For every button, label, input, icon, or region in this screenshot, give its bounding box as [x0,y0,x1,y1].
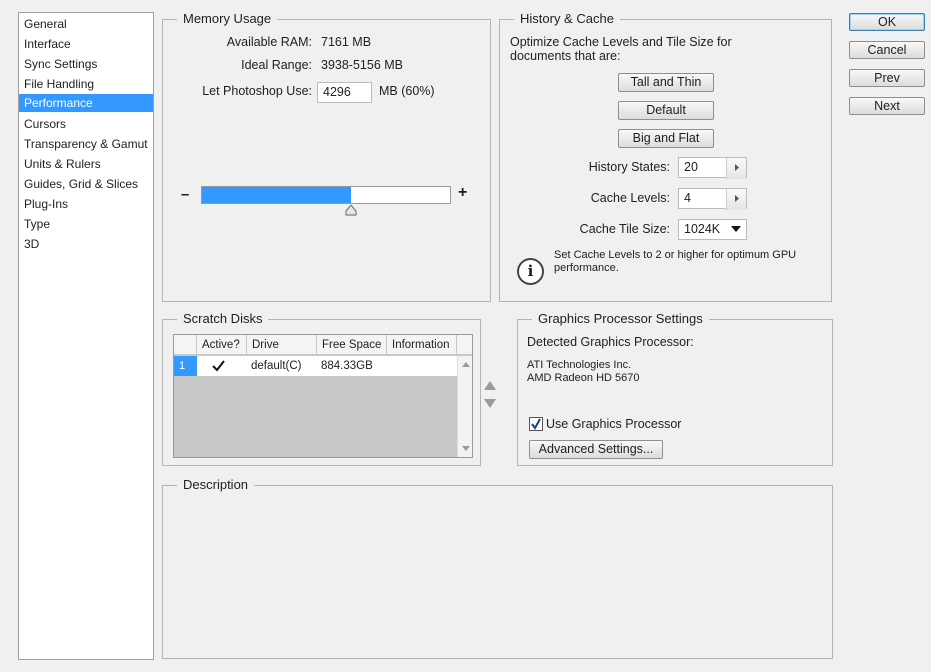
cache-levels-input[interactable]: 4 [678,188,747,210]
advanced-settings-button[interactable]: Advanced Settings... [529,440,663,459]
memory-usage-group: Memory Usage Available RAM: 7161 MB Idea… [162,11,491,302]
table-header-active: Active? [197,335,247,355]
sidebar-item-performance[interactable]: Performance [19,94,153,112]
scroll-down-icon[interactable] [462,446,470,452]
arrow-right-icon [735,164,739,171]
cache-levels-value: 4 [684,191,691,205]
memory-slider[interactable] [201,186,451,204]
drive-cell: default(C) [251,360,302,372]
memory-usage-title: Memory Usage [177,11,278,27]
active-checkmark-icon[interactable] [212,360,225,372]
use-gpu-label: Use Graphics Processor [546,417,682,431]
available-ram-label: Available RAM: [226,35,312,49]
gpu-vendor: ATI Technologies Inc. [527,359,632,371]
sidebar-item-sync-settings[interactable]: Sync Settings [19,55,153,73]
memory-slider-fill [202,187,351,203]
history-states-stepper[interactable] [726,158,746,179]
big-and-flat-button[interactable]: Big and Flat [618,129,714,148]
history-states-input[interactable]: 20 [678,157,747,179]
sidebar-item-plug-ins[interactable]: Plug-Ins [19,195,153,213]
sidebar-item-units-rulers[interactable]: Units & Rulers [19,155,153,173]
history-cache-title: History & Cache [514,11,620,27]
sidebar-item-file-handling[interactable]: File Handling [19,75,153,93]
cache-tile-size-label: Cache Tile Size: [579,222,670,236]
table-row[interactable]: 1 default(C) 884.33GB [174,356,457,376]
table-header-drive: Drive [247,335,317,355]
table-scrollbar[interactable] [457,356,472,457]
scratch-disks-table[interactable]: Active? Drive Free Space Information 1 d… [173,334,473,458]
scratch-disks-group: Scratch Disks Active? Drive Free Space I… [162,311,481,466]
slider-thumb-icon[interactable] [345,205,357,216]
gpu-cache-hint-text: Set Cache Levels to 2 or higher for opti… [554,249,797,274]
let-photoshop-use-label: Let Photoshop Use: [202,84,312,98]
sidebar-item-3d[interactable]: 3D [19,235,153,253]
sidebar-item-general[interactable]: General [19,15,153,33]
move-up-icon[interactable] [484,381,496,390]
default-cache-button[interactable]: Default [618,101,714,120]
graphics-processor-group: Graphics Processor Settings Detected Gra… [517,311,833,466]
arrow-right-icon [735,195,739,202]
chevron-down-icon [731,226,741,232]
memory-unit-percent: MB (60%) [379,84,435,98]
cache-tile-size-select[interactable]: 1024K [678,219,747,240]
gpu-model: AMD Radeon HD 5670 [527,372,640,384]
decrease-memory-icon[interactable]: – [181,186,189,203]
description-group: Description [162,477,833,659]
history-states-label: History States: [588,160,670,174]
scratch-disks-title: Scratch Disks [177,311,269,327]
checkmark-icon [531,418,541,430]
cancel-button[interactable]: Cancel [849,41,925,59]
row-number: 1 [174,356,197,376]
ideal-range-value: 3938-5156 MB [321,58,404,72]
ok-button[interactable]: OK [849,13,925,31]
detected-gpu-label: Detected Graphics Processor: [527,335,694,349]
cache-levels-stepper[interactable] [726,189,746,210]
next-button[interactable]: Next [849,97,925,115]
increase-memory-icon[interactable]: + [458,184,467,202]
info-icon: i [517,258,544,285]
move-down-icon[interactable] [484,399,496,408]
description-title: Description [177,477,255,493]
table-header-information: Information [387,335,457,355]
tall-and-thin-button[interactable]: Tall and Thin [618,73,714,92]
cache-tile-size-value: 1024K [684,222,721,236]
history-states-value: 20 [684,160,698,174]
free-space-cell: 884.33GB [321,360,373,372]
sidebar-item-transparency-gamut[interactable]: Transparency & Gamut [19,135,153,153]
sidebar-item-guides-grid-slices[interactable]: Guides, Grid & Slices [19,175,153,193]
graphics-processor-title: Graphics Processor Settings [532,311,709,327]
cache-levels-label: Cache Levels: [590,191,670,205]
scroll-up-icon[interactable] [462,362,470,368]
memory-usage-input[interactable]: 4296 [317,82,372,103]
available-ram-value: 7161 MB [321,35,372,49]
history-cache-group: History & Cache Optimize Cache Levels an… [499,11,832,302]
table-header-index [174,335,197,355]
cache-optimize-text: Optimize Cache Levels and Tile Size for … [510,35,732,63]
table-header-spacer [457,335,472,355]
ideal-range-label: Ideal Range: [241,58,312,72]
sidebar-item-interface[interactable]: Interface [19,35,153,53]
prev-button[interactable]: Prev [849,69,925,87]
use-gpu-checkbox[interactable] [529,417,543,431]
table-header-free-space: Free Space [317,335,387,355]
sidebar-item-type[interactable]: Type [19,215,153,233]
preferences-category-list[interactable]: General Interface Sync Settings File Han… [18,12,154,660]
sidebar-item-cursors[interactable]: Cursors [19,115,153,133]
